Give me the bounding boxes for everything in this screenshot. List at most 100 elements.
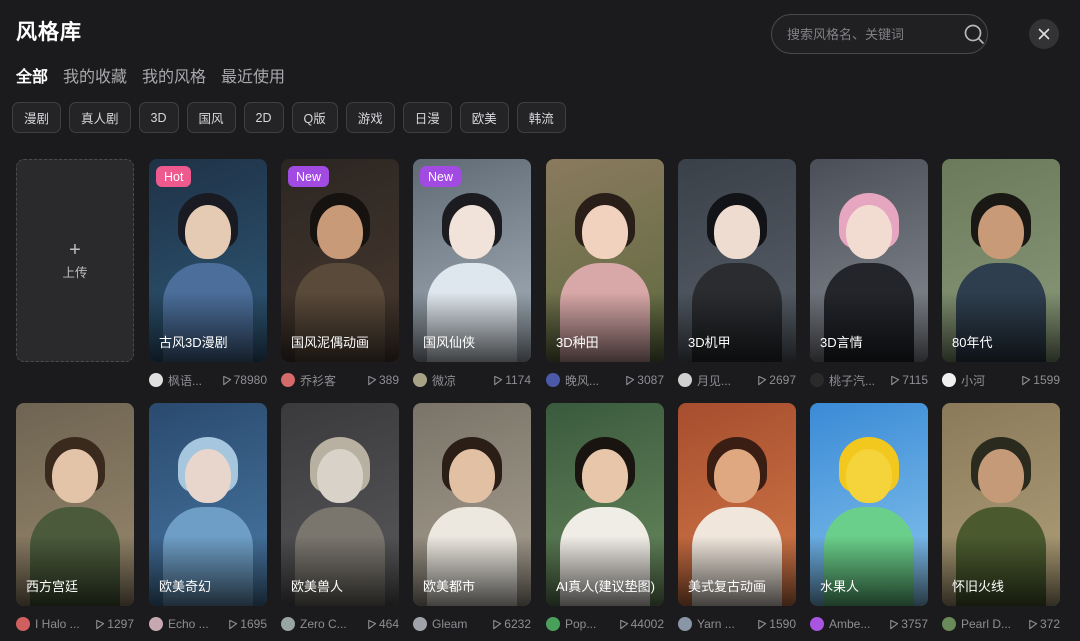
style-card[interactable]: 美式复古动画 Yarn ... 1590 — [678, 403, 796, 633]
author-name[interactable]: 小河 — [961, 372, 1020, 389]
like-count-value: 1590 — [769, 617, 796, 631]
style-card[interactable]: 3D种田晚风... 3087 — [546, 159, 664, 389]
heart-icon — [890, 619, 899, 629]
heart-icon — [229, 619, 238, 629]
author-name[interactable]: Echo ... — [168, 617, 227, 631]
like-count[interactable]: 3757 — [888, 617, 928, 631]
author-name[interactable]: 晚风... — [565, 372, 624, 389]
style-card[interactable]: 3D机甲 月见... 2697 — [678, 159, 796, 389]
search-box[interactable] — [771, 14, 988, 54]
style-card[interactable]: AI真人(建议垫图) Pop... 44002 — [546, 403, 664, 633]
author-name[interactable]: Zero C... — [300, 617, 366, 631]
like-count[interactable]: 372 — [1027, 617, 1060, 631]
like-count[interactable]: 389 — [366, 373, 399, 387]
author-name[interactable]: 乔衫客 — [300, 372, 366, 389]
page-title: 风格库 — [16, 21, 82, 44]
category-chip[interactable]: Q版 — [291, 102, 338, 133]
upload-label: 上传 — [62, 266, 88, 280]
style-name: 3D言情 — [820, 335, 863, 350]
tab-my-styles[interactable]: 我的风格 — [142, 63, 206, 87]
category-chip[interactable]: 3D — [138, 102, 179, 133]
author-name[interactable]: Pearl D... — [961, 617, 1027, 631]
like-count-value: 6232 — [504, 617, 531, 631]
style-card[interactable]: 欧美都市 Gleam 6232 — [413, 403, 531, 633]
like-count-value: 44002 — [630, 617, 664, 631]
new-badge: New — [288, 166, 330, 187]
category-chip[interactable]: 韩流 — [516, 102, 566, 133]
heart-icon — [96, 619, 105, 629]
author-name[interactable]: Gleam — [432, 617, 491, 631]
author-avatar — [281, 617, 295, 631]
author-name[interactable]: Yarn ... — [697, 617, 756, 631]
author-name[interactable]: Pop... — [565, 617, 618, 631]
style-thumbnail: 欧美都市 — [413, 403, 531, 606]
style-card[interactable]: New 国风仙侠微凉 1174 — [413, 159, 531, 389]
search-input[interactable] — [787, 26, 963, 42]
like-count[interactable]: 1599 — [1020, 373, 1060, 387]
upload-card[interactable]: + 上传 — [16, 159, 134, 362]
category-chip[interactable]: 欧美 — [459, 102, 509, 133]
like-count[interactable]: 1695 — [227, 617, 267, 631]
style-name: AI真人(建议垫图) — [556, 579, 655, 594]
card-meta: 晚风... 3087 — [546, 371, 664, 389]
tab-favorites[interactable]: 我的收藏 — [63, 63, 127, 87]
style-name: 3D种田 — [556, 335, 599, 350]
category-chip[interactable]: 2D — [243, 102, 284, 133]
category-chip[interactable]: 国风 — [186, 102, 236, 133]
style-thumbnail: 3D种田 — [546, 159, 664, 362]
like-count[interactable]: 7115 — [889, 373, 928, 387]
like-count[interactable]: 78980 — [221, 373, 267, 387]
style-thumbnail: 西方宫廷 — [16, 403, 134, 606]
like-count[interactable]: 3087 — [624, 373, 664, 387]
style-card[interactable]: 80年代小河 1599 — [942, 159, 1060, 389]
author-name[interactable]: 月见... — [697, 372, 756, 389]
like-count[interactable]: 44002 — [618, 617, 664, 631]
author-avatar — [413, 617, 427, 631]
tab-all[interactable]: 全部 — [16, 63, 48, 87]
like-count[interactable]: 1590 — [756, 617, 796, 631]
author-name[interactable]: 桃子汽... — [829, 372, 889, 389]
style-thumbnail: 欧美奇幻 — [149, 403, 267, 606]
like-count-value: 3757 — [901, 617, 928, 631]
plus-icon: + — [69, 239, 81, 261]
like-count-value: 78980 — [233, 373, 267, 387]
author-name[interactable]: 微凉 — [432, 372, 492, 389]
style-card[interactable]: 3D言情桃子汽... 7115 — [810, 159, 928, 389]
author-name[interactable]: 枫语... — [168, 372, 221, 389]
style-card[interactable]: 水果人 Ambe... 3757 — [810, 403, 928, 633]
author-name[interactable]: Ambe... — [829, 617, 888, 631]
style-card[interactable]: 怀旧火线 Pearl D... 372 — [942, 403, 1060, 633]
like-count[interactable]: 1174 — [492, 373, 531, 387]
category-chip[interactable]: 游戏 — [345, 102, 395, 133]
style-card[interactable]: 欧美奇幻 Echo ... 1695 — [149, 403, 267, 633]
style-thumbnail: New 国风仙侠 — [413, 159, 531, 362]
heart-icon — [891, 375, 900, 385]
category-chip[interactable]: 漫剧 — [12, 102, 62, 133]
heart-icon — [368, 375, 377, 385]
like-count[interactable]: 2697 — [756, 373, 796, 387]
style-card[interactable]: 西方宫廷 I Halo ... 1297 — [16, 403, 134, 633]
tab-bar: 全部 我的收藏 我的风格 最近使用 — [16, 63, 285, 87]
author-name[interactable]: I Halo ... — [35, 617, 94, 631]
close-button[interactable] — [1029, 19, 1059, 49]
card-meta: Zero C... 464 — [281, 615, 399, 633]
author-avatar — [413, 373, 427, 387]
style-card[interactable]: Hot 古风3D漫剧 枫语... 78980 — [149, 159, 267, 389]
style-card[interactable]: New 国风泥偶动画 乔衫客 389 — [281, 159, 399, 389]
style-name: 国风仙侠 — [423, 335, 476, 350]
style-thumbnail: 80年代 — [942, 159, 1060, 362]
like-count-value: 3087 — [637, 373, 664, 387]
like-count[interactable]: 464 — [366, 617, 399, 631]
card-meta: 微凉 1174 — [413, 371, 531, 389]
heart-icon — [1022, 375, 1031, 385]
category-chip[interactable]: 日漫 — [402, 102, 452, 133]
search-icon[interactable] — [963, 22, 985, 46]
tab-recent[interactable]: 最近使用 — [221, 63, 285, 87]
like-count[interactable]: 1297 — [94, 617, 134, 631]
like-count-value: 7115 — [902, 373, 928, 387]
heart-icon — [222, 375, 231, 385]
like-count[interactable]: 6232 — [491, 617, 531, 631]
style-name: 国风泥偶动画 — [291, 335, 370, 350]
category-chip[interactable]: 真人剧 — [69, 102, 131, 133]
style-card[interactable]: 欧美兽人 Zero C... 464 — [281, 403, 399, 633]
